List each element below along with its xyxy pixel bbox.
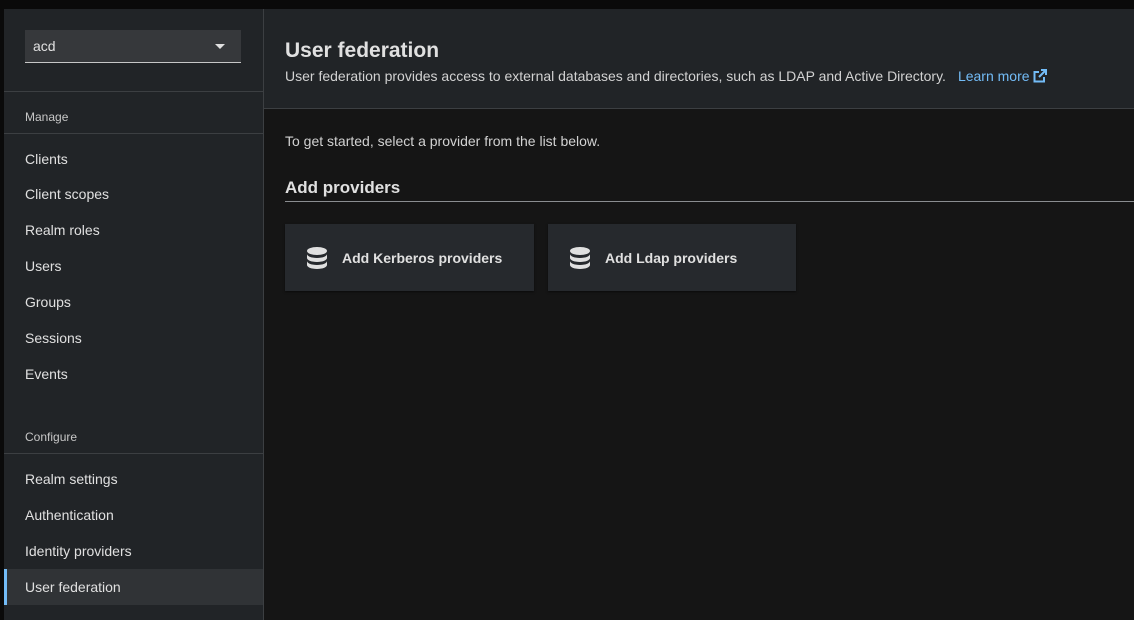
sidebar-item-users[interactable]: Users	[4, 248, 263, 284]
sidebar-item-user-federation[interactable]: User federation	[4, 569, 263, 605]
nav-section-manage: Manage	[25, 110, 69, 124]
sidebar: acd Manage Clients Client scopes Realm r…	[0, 9, 264, 620]
caret-down-icon	[215, 44, 225, 49]
database-icon	[307, 246, 327, 269]
page-title: User federation	[285, 39, 440, 62]
page-description-text: User federation provides access to exter…	[285, 68, 946, 84]
learn-more-link[interactable]: Learn more	[958, 68, 1047, 84]
section-divider	[285, 201, 1134, 202]
add-ldap-providers-card[interactable]: Add Ldap providers	[548, 224, 796, 291]
intro-text: To get started, select a provider from t…	[285, 133, 601, 149]
add-providers-title: Add providers	[285, 178, 401, 197]
sidebar-item-label: Groups	[25, 294, 71, 310]
sidebar-divider	[4, 133, 263, 134]
sidebar-item-client-scopes[interactable]: Client scopes	[4, 176, 263, 212]
sidebar-item-label: Sessions	[25, 330, 82, 346]
sidebar-item-identity-providers[interactable]: Identity providers	[4, 533, 263, 569]
realm-selector-value: acd	[33, 38, 56, 54]
sidebar-item-label: Realm roles	[25, 222, 100, 238]
sidebar-item-sessions[interactable]: Sessions	[4, 320, 263, 356]
nav-section-configure: Configure	[25, 430, 78, 444]
sidebar-item-label: Clients	[25, 151, 68, 167]
sidebar-item-realm-settings[interactable]: Realm settings	[4, 461, 263, 497]
external-link-icon	[1033, 69, 1047, 86]
main-content: User federation User federation provides…	[264, 9, 1134, 620]
sidebar-item-realm-roles[interactable]: Realm roles	[4, 212, 263, 248]
top-bar	[0, 0, 1134, 9]
sidebar-item-clients[interactable]: Clients	[4, 141, 263, 177]
sidebar-divider	[4, 453, 263, 454]
sidebar-item-label: Authentication	[25, 507, 114, 523]
sidebar-divider	[4, 91, 263, 92]
sidebar-item-label: Users	[25, 258, 62, 274]
sidebar-item-groups[interactable]: Groups	[4, 284, 263, 320]
card-label: Add Ldap providers	[605, 249, 738, 266]
page-header: User federation User federation provides…	[264, 9, 1134, 109]
sidebar-item-label: Identity providers	[25, 543, 132, 559]
database-icon	[570, 246, 590, 269]
realm-selector[interactable]: acd	[25, 30, 241, 63]
page-description: User federation provides access to exter…	[285, 68, 1047, 86]
learn-more-label: Learn more	[957, 68, 1030, 84]
sidebar-item-label: Events	[25, 366, 68, 382]
sidebar-item-label: Realm settings	[25, 471, 118, 487]
sidebar-item-authentication[interactable]: Authentication	[4, 497, 263, 533]
card-label: Add Kerberos providers	[342, 249, 503, 266]
sidebar-item-label: Client scopes	[25, 186, 110, 202]
sidebar-item-events[interactable]: Events	[4, 356, 263, 392]
sidebar-item-label: User federation	[25, 579, 121, 595]
add-kerberos-providers-card[interactable]: Add Kerberos providers	[285, 224, 534, 291]
